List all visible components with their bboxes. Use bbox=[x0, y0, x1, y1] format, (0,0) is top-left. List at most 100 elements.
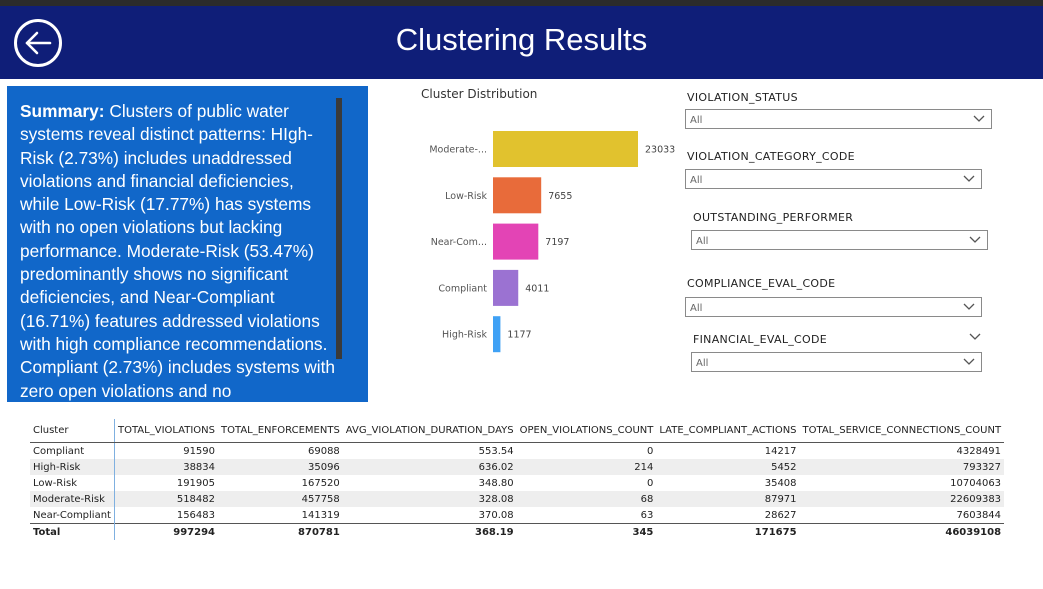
data-label: 23033 bbox=[645, 145, 675, 156]
table-cell: 457758 bbox=[218, 491, 343, 507]
table-row[interactable]: Low-Risk 191905 167520 348.80 0 35408 10… bbox=[30, 475, 1004, 491]
table-total-row: Total 997294 870781 368.19 345 171675 46… bbox=[30, 523, 1005, 540]
chevron-down-icon bbox=[963, 175, 975, 182]
table-cell: 0 bbox=[646, 445, 654, 457]
table-cell: 214 bbox=[516, 459, 657, 475]
chevron-down-icon[interactable] bbox=[969, 333, 981, 341]
violation-category-code-dropdown[interactable]: All bbox=[685, 169, 982, 189]
table-row[interactable]: Near-Compliant 156483 141319 370.08 63 2… bbox=[30, 507, 1004, 524]
bar[interactable] bbox=[493, 316, 501, 353]
column-header[interactable]: TOTAL_ENFORCEMENTS bbox=[218, 419, 343, 443]
table-cell: 636.02 bbox=[342, 459, 517, 475]
table-cell: 793327 bbox=[799, 459, 1005, 475]
table-row[interactable]: High-Risk 38834 35096 636.02 214 5452 79… bbox=[30, 459, 1005, 475]
summary-body: Clusters of public water systems reveal … bbox=[20, 101, 336, 401]
table-cell: 14217 bbox=[764, 445, 797, 457]
table-cell: 553.54 bbox=[478, 445, 514, 457]
table-cell: 68 bbox=[516, 491, 657, 507]
table-cell: 870781 bbox=[218, 523, 343, 540]
table-cell: 38834 bbox=[114, 459, 219, 475]
slicer-label-outstanding-performer: OUTSTANDING_PERFORMER bbox=[693, 211, 854, 224]
summary-scrollbar[interactable] bbox=[336, 98, 342, 359]
violation-status-dropdown[interactable]: All bbox=[685, 109, 992, 129]
table-cell: Near-Compliant bbox=[30, 507, 115, 524]
slicer-label-financial-eval-code: FINANCIAL_EVAL_CODE bbox=[693, 333, 828, 346]
dropdown-value: All bbox=[690, 175, 703, 186]
column-header[interactable]: LATE_COMPLIANT_ACTIONS bbox=[656, 419, 800, 443]
bar[interactable] bbox=[493, 131, 638, 167]
table-row[interactable]: Compliant 91590 69088 553.54 0 14217 432… bbox=[30, 442, 1004, 459]
table-cell: 997294 bbox=[114, 523, 219, 540]
column-header[interactable]: TOTAL_SERVICE_CONNECTIONS_COUNT bbox=[799, 419, 1005, 443]
category-label: Compliant bbox=[438, 283, 487, 294]
page-title: Clustering Results bbox=[395, 22, 648, 57]
cluster-distribution-chart[interactable]: Moderate-... 23033 Low-Risk 7655 Near-Com...… bbox=[410, 105, 680, 365]
data-label: 4011 bbox=[525, 283, 549, 294]
table-cell: Total bbox=[30, 523, 115, 540]
column-header[interactable]: AVG_VIOLATION_DURATION_DAYS bbox=[342, 419, 517, 443]
table-cell: 328.08 bbox=[342, 491, 517, 507]
table-cell: 0 bbox=[646, 477, 654, 489]
bar[interactable] bbox=[493, 177, 542, 214]
category-label: High-Risk bbox=[442, 330, 487, 341]
data-label: 1177 bbox=[507, 330, 531, 341]
summary-panel[interactable]: Summary: Clusters of public water system… bbox=[7, 86, 368, 402]
table-cell: Compliant bbox=[30, 442, 115, 459]
table-cell: Moderate-Risk bbox=[30, 491, 115, 507]
table-cell: 5452 bbox=[656, 459, 800, 475]
bar[interactable] bbox=[493, 269, 519, 306]
table-cell: 191905 bbox=[176, 477, 216, 489]
table-cell: 156483 bbox=[176, 509, 216, 521]
column-header[interactable]: OPEN_VIOLATIONS_COUNT bbox=[516, 419, 657, 443]
column-header[interactable]: TOTAL_VIOLATIONS bbox=[114, 419, 219, 443]
bar[interactable] bbox=[493, 223, 539, 260]
slicer-label-violation-category-code: VIOLATION_CATEGORY_CODE bbox=[687, 150, 855, 163]
cluster-metrics-table: Cluster TOTAL_VIOLATIONS TOTAL_ENFORCEME… bbox=[30, 419, 1005, 540]
chevron-down-icon bbox=[963, 358, 975, 365]
table-row[interactable]: Moderate-Risk 518482 457758 328.08 68 87… bbox=[30, 491, 1005, 507]
table-cell: 518482 bbox=[114, 491, 219, 507]
column-header[interactable]: Cluster bbox=[30, 419, 115, 443]
chevron-down-icon bbox=[963, 303, 975, 310]
table-cell: 370.08 bbox=[478, 509, 514, 521]
slicer-label-violation-status: VIOLATION_STATUS bbox=[687, 91, 798, 104]
table-cell: 28627 bbox=[764, 509, 797, 521]
compliance-eval-code-dropdown[interactable]: All bbox=[685, 297, 982, 317]
table-cell: 171675 bbox=[656, 523, 800, 540]
table-cell: 22609383 bbox=[799, 491, 1005, 507]
slicer-label-compliance-eval-code: COMPLIANCE_EVAL_CODE bbox=[687, 277, 836, 290]
table-cell: 167520 bbox=[301, 477, 340, 489]
table-cell: 10704063 bbox=[950, 477, 1002, 489]
table-cell: 35096 bbox=[218, 459, 343, 475]
dropdown-value: All bbox=[690, 115, 703, 126]
table-cell: 4328491 bbox=[956, 445, 1002, 457]
category-label: Moderate-... bbox=[429, 145, 487, 156]
table-cell: High-Risk bbox=[30, 459, 115, 475]
table-cell: 46039108 bbox=[799, 523, 1005, 540]
data-label: 7655 bbox=[548, 191, 572, 202]
chevron-down-icon bbox=[969, 236, 981, 243]
chart-title: Cluster Distribution bbox=[421, 87, 538, 101]
table-cell: 63 bbox=[640, 509, 654, 521]
summary-label: Summary: bbox=[20, 101, 105, 121]
table-cell: 91590 bbox=[183, 445, 216, 457]
category-label: Low-Risk bbox=[445, 191, 487, 202]
table-cell: Low-Risk bbox=[30, 475, 115, 491]
table-header-row: Cluster TOTAL_VIOLATIONS TOTAL_ENFORCEME… bbox=[30, 419, 1005, 443]
table-cell: 368.19 bbox=[342, 523, 517, 540]
data-label: 7197 bbox=[545, 237, 569, 248]
chevron-down-icon bbox=[973, 115, 985, 122]
table-cell: 35408 bbox=[764, 477, 797, 489]
table-cell: 87971 bbox=[656, 491, 800, 507]
category-label: Near-Com... bbox=[431, 237, 487, 248]
dropdown-value: All bbox=[696, 358, 709, 369]
table-cell: 7603844 bbox=[956, 509, 1002, 521]
summary-text: Summary: Clusters of public water system… bbox=[20, 100, 337, 402]
table-cell: 141319 bbox=[301, 509, 340, 521]
table-cell: 348.80 bbox=[478, 477, 514, 489]
dropdown-value: All bbox=[696, 236, 709, 247]
header-bar: Clustering Results bbox=[0, 6, 1043, 79]
financial-eval-code-dropdown[interactable]: All bbox=[691, 352, 982, 372]
outstanding-performer-dropdown[interactable]: All bbox=[691, 230, 988, 250]
dropdown-value: All bbox=[690, 303, 703, 314]
